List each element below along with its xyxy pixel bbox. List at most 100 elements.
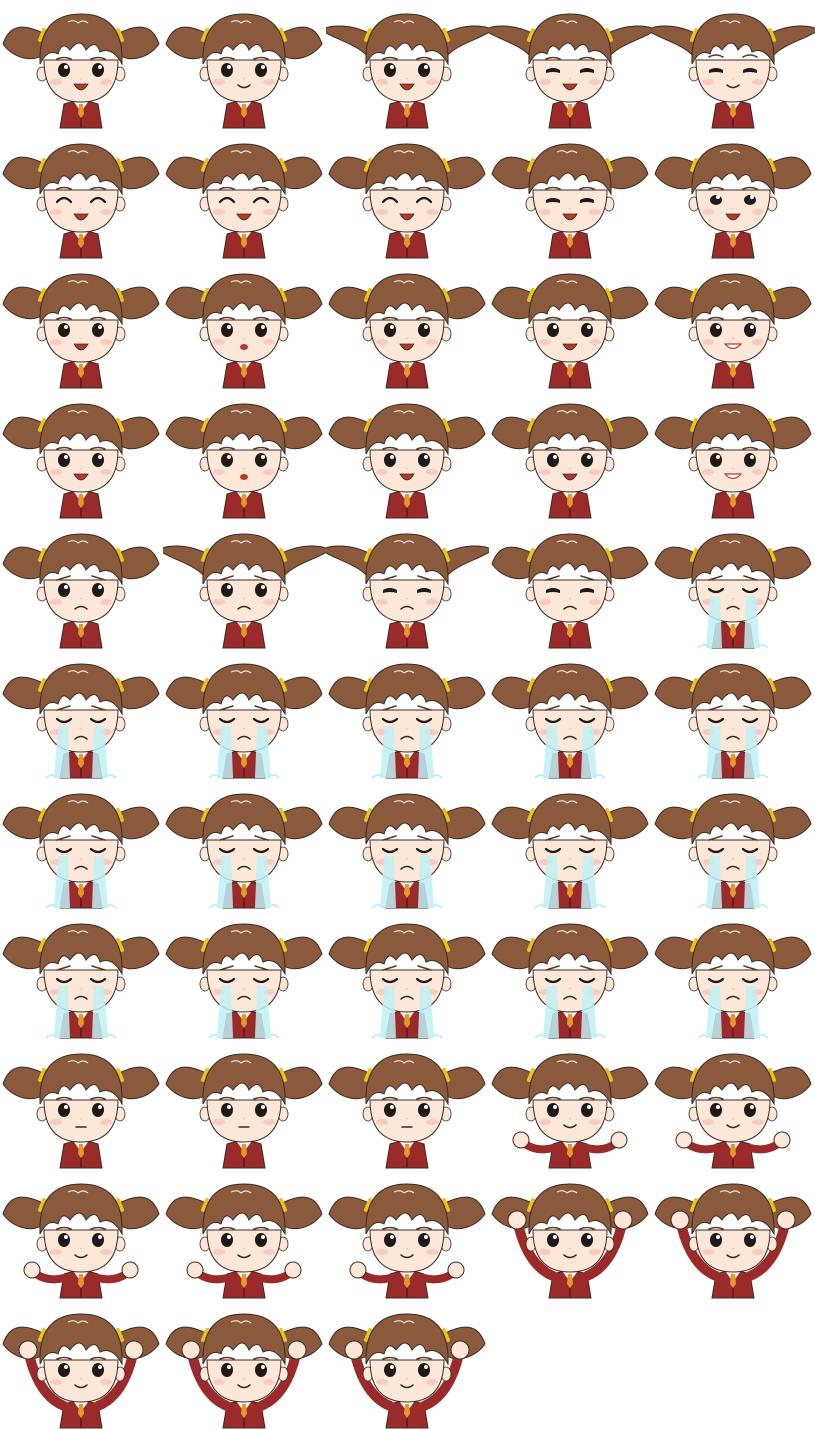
sprite-frame-50 [652, 1170, 815, 1300]
blush-right [752, 469, 764, 475]
eye-shine-right [750, 455, 754, 459]
sprite-frame-53 [326, 1300, 489, 1430]
pigtail-right [768, 1066, 812, 1100]
sprite-frame-28 [326, 650, 489, 780]
blush-right [426, 339, 438, 345]
eye-shine-left [64, 1235, 68, 1239]
eyebrow-right [254, 965, 269, 971]
eye-shine-right [261, 65, 265, 69]
eyebrow-left [219, 1226, 235, 1230]
blush-right [752, 1119, 764, 1125]
eyebrow-right [579, 1226, 595, 1230]
pigtail-right [442, 25, 489, 58]
pigtail-left [2, 806, 46, 840]
pigtail-right [768, 25, 815, 58]
eye-right [255, 323, 267, 337]
sprite-frame-41 [0, 1040, 163, 1170]
eyebrow-left [708, 316, 724, 320]
pigtail-left [165, 1066, 209, 1100]
blush-right [752, 1249, 764, 1255]
eyebrow-right [742, 1096, 758, 1100]
character-sprite [165, 13, 323, 129]
eye-shine-right [261, 325, 265, 329]
eyebrow-left [708, 965, 723, 971]
eyebrow-left [56, 705, 71, 711]
sprite-frame-25 [652, 520, 815, 650]
sprite-frame-33 [326, 780, 489, 910]
pigtail-left [165, 286, 209, 320]
sprite-frame-16 [0, 390, 163, 520]
pigtail-right [605, 936, 649, 970]
blush-right [263, 339, 275, 345]
eye-left [547, 323, 559, 337]
pigtail-left [654, 156, 698, 190]
blush-left [213, 469, 225, 475]
eyebrow-left [545, 56, 561, 60]
character-sprite [491, 533, 649, 649]
eye-left [221, 63, 233, 77]
eyebrow-left [708, 705, 723, 711]
eyebrow-left [545, 1096, 561, 1100]
fist-right [447, 1261, 465, 1279]
pigtail-left [2, 416, 46, 450]
sprite-frame-35 [652, 780, 815, 910]
pigtail-right [279, 806, 323, 840]
character-sprite [328, 273, 486, 389]
eye-shine-right [587, 455, 591, 459]
eyebrow-left [708, 1226, 724, 1230]
fist-left [344, 1340, 364, 1360]
character-sprite [654, 1053, 812, 1169]
eyebrow-right [417, 965, 432, 971]
eye-shine-left [553, 455, 557, 459]
eyebrow-left [382, 56, 398, 60]
pigtail-right [605, 25, 652, 58]
sprite-frame-10 [652, 130, 815, 260]
pigtail-right [605, 156, 649, 190]
eye-shine-left [64, 325, 68, 329]
sprite-frame-7 [163, 130, 326, 260]
blush-right [263, 1249, 275, 1255]
eye-shine-right [98, 325, 102, 329]
eye-left [384, 63, 396, 77]
sprite-frame-39 [489, 910, 652, 1040]
blush-right [426, 1119, 438, 1125]
pigtail-right [279, 26, 323, 60]
eye-shine-left [390, 325, 394, 329]
sprite-frame-26 [0, 650, 163, 780]
blush-left [213, 1119, 225, 1125]
eyebrow-right [743, 965, 758, 971]
eye-shine-right [587, 1235, 591, 1239]
eyebrow-right [253, 316, 269, 320]
pigtail-right [605, 676, 649, 710]
sprite-frame-21 [0, 520, 163, 650]
eye-shine-left [227, 1365, 231, 1369]
eye-shine-right [261, 1235, 265, 1239]
eye-shine-left [64, 65, 68, 69]
character-sprite [2, 403, 160, 519]
blush-left [50, 469, 62, 475]
fist-left [670, 1210, 690, 1230]
eyebrow-left [56, 56, 72, 60]
sprite-frame-49 [489, 1170, 652, 1300]
blush-left [539, 79, 551, 85]
pigtail-left [328, 156, 372, 190]
pigtail-left [2, 286, 46, 320]
eyebrow-left [219, 1356, 235, 1360]
eyebrow-left [219, 56, 235, 60]
blush-right [426, 469, 438, 475]
eye-left [221, 453, 233, 467]
blush-left [213, 1249, 225, 1255]
character-sprite [654, 403, 812, 519]
eye-right [744, 323, 756, 337]
pigtail-left [2, 936, 46, 970]
pigtail-left [2, 1066, 46, 1100]
sprite-frame-47 [163, 1170, 326, 1300]
blush-right [426, 209, 438, 215]
sprite-frame-12 [163, 260, 326, 390]
fist-right [287, 1340, 307, 1360]
eye-right [581, 1103, 593, 1117]
eye-right [418, 1363, 430, 1377]
sprite-frame-44 [489, 1040, 652, 1170]
blush-right [752, 339, 764, 345]
eye-right [418, 1103, 430, 1117]
